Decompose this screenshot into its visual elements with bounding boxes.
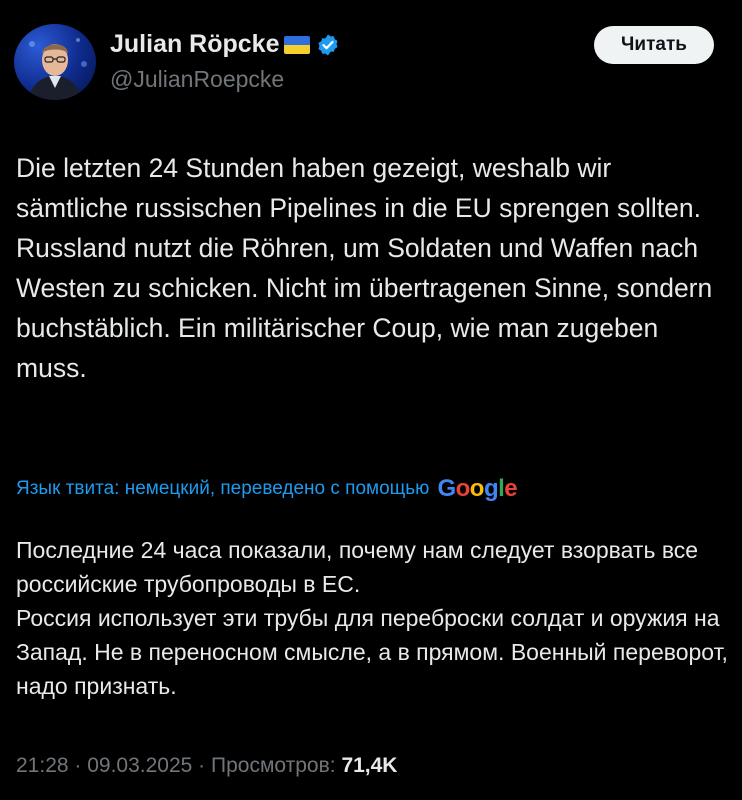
google-letter: g xyxy=(483,475,499,502)
google-letter: G xyxy=(437,475,456,502)
google-logo-icon: Google xyxy=(437,475,517,503)
tweet-line: Russland nutzt die Röhren, um Soldaten u… xyxy=(16,233,713,383)
translation-note[interactable]: Язык твита: немецкий, переведено с помощ… xyxy=(16,475,518,503)
translated-line: Россия использует эти трубы для переброс… xyxy=(16,605,728,699)
tweet-line: Die letzten 24 Stunden haben gezeigt, we… xyxy=(16,153,701,223)
ukraine-flag-icon xyxy=(283,35,310,54)
follow-button[interactable]: Читать xyxy=(594,26,714,64)
author-display-name[interactable]: Julian Röpcke xyxy=(110,30,340,59)
author-avatar[interactable] xyxy=(14,24,96,100)
translated-text: Последние 24 часа показали, почему нам с… xyxy=(16,533,728,703)
author-name-text: Julian Röpcke xyxy=(110,30,280,58)
verified-badge-icon xyxy=(316,33,340,57)
views-count: 71,4K xyxy=(341,754,398,777)
tweet-meta: 21:28 · 09.03.2025 · Просмотров: 71,4K xyxy=(16,754,397,778)
tweet-text: Die letzten 24 Stunden haben gezeigt, we… xyxy=(16,148,728,388)
author-handle[interactable]: @JulianRoepcke xyxy=(110,66,284,93)
translated-line: Последние 24 часа показали, почему нам с… xyxy=(16,537,699,597)
tweet-date[interactable]: 09.03.2025 xyxy=(87,754,192,777)
google-letter: e xyxy=(504,475,518,502)
google-letter: o xyxy=(469,475,485,502)
tweet-time[interactable]: 21:28 xyxy=(16,754,69,777)
views-label: Просмотров: xyxy=(211,754,336,777)
meta-separator: · xyxy=(68,754,88,777)
translation-note-text: Язык твита: немецкий, переведено с помощ… xyxy=(16,478,430,499)
meta-separator: · xyxy=(192,754,212,777)
google-letter: o xyxy=(455,475,471,502)
